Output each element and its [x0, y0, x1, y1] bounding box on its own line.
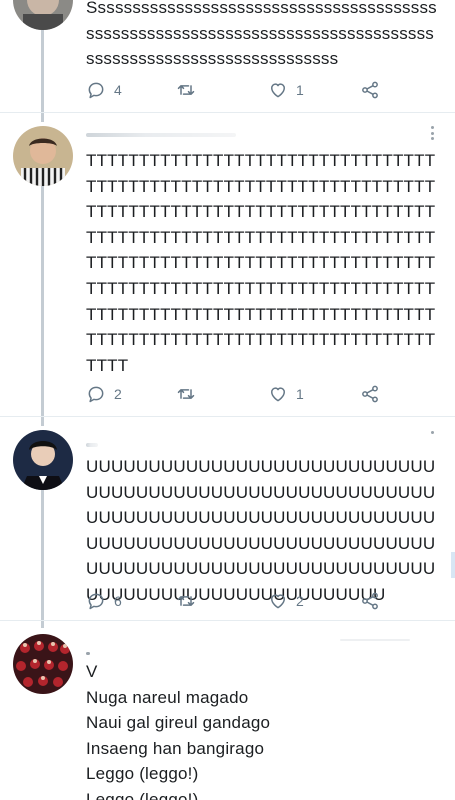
avatar[interactable] [13, 0, 73, 30]
share-button[interactable] [360, 383, 380, 405]
scrollbar[interactable] [451, 552, 455, 578]
tweet[interactable]: Ssssssssssssssssssssssssssssssssssssssss… [0, 0, 455, 112]
more-options-icon[interactable] [430, 126, 434, 140]
tweet-header [86, 443, 98, 447]
like-button[interactable]: 1 [268, 79, 304, 101]
like-button[interactable]: 2 [268, 590, 304, 612]
avatar-striped-shirt-image [13, 126, 73, 186]
share-icon [362, 81, 378, 99]
tweet[interactable]: UUUUUUUUUUUUUUUUUUUUUUUUUUUUUUUUUUUUUUUU… [0, 417, 455, 620]
tweet-header [86, 133, 236, 137]
avatar-suit-portrait-image [13, 430, 73, 490]
like-count: 1 [296, 82, 304, 98]
avatar[interactable] [13, 430, 73, 490]
heart-icon [271, 594, 285, 609]
avatar-group-red-image [13, 634, 73, 694]
share-icon [362, 385, 378, 403]
share-button[interactable] [360, 590, 380, 612]
retweet-button[interactable] [176, 590, 204, 612]
share-icon [362, 592, 378, 610]
tweet-header [86, 652, 90, 655]
share-button[interactable] [360, 79, 380, 101]
like-count: 2 [296, 593, 304, 609]
tweet[interactable]: TTTTTTTTTTTTTTTTTTTTTTTTTTTTTTTTTTTTTTTT… [0, 113, 455, 416]
avatar-gray-portrait-image [13, 0, 73, 30]
tweet-text: Ssssssssssssssssssssssssssssssssssssssss… [86, 0, 437, 69]
tweet-actions: 2 1 [86, 383, 386, 405]
lyric-line: Leggo (leggo!) [86, 789, 199, 800]
lyric-line: Leggo (leggo!) [86, 764, 199, 783]
reply-count: 2 [114, 386, 122, 402]
more-options-icon[interactable] [430, 431, 434, 435]
tweet-actions: 6 2 [86, 590, 386, 612]
tweet-actions: 4 1 [86, 79, 386, 101]
tweet-header [340, 639, 410, 641]
heart-icon [271, 83, 285, 98]
reply-button[interactable]: 2 [86, 383, 122, 405]
like-button[interactable]: 1 [268, 383, 304, 405]
retweet-icon [177, 85, 195, 95]
heart-icon [271, 387, 285, 402]
lyric-line: Insaeng han bangirago [86, 738, 265, 758]
lyric-line: V [86, 662, 98, 681]
like-count: 1 [296, 386, 304, 402]
reply-button[interactable]: 4 [86, 79, 122, 101]
avatar[interactable] [13, 634, 73, 694]
reply-count: 4 [114, 82, 122, 98]
lyric-line: Naui gal gireul gandago [86, 713, 271, 732]
reply-icon [88, 82, 104, 99]
retweet-button[interactable] [176, 79, 204, 101]
retweet-button[interactable] [176, 383, 204, 405]
lyric-line: Nuga nareul magado [86, 687, 249, 707]
retweet-icon [177, 389, 195, 399]
tweet[interactable]: V Nuga nareul magado Naui gal gireul gan… [0, 621, 455, 800]
tweet-text: V Nuga nareul magado Naui gal gireul gan… [86, 659, 440, 800]
avatar[interactable] [13, 126, 73, 186]
reply-count: 6 [114, 593, 122, 609]
tweet-text: UUUUUUUUUUUUUUUUUUUUUUUUUUUUUUUUUUUUUUUU… [86, 457, 436, 604]
reply-button[interactable]: 6 [86, 590, 122, 612]
reply-icon [88, 593, 104, 610]
tweet-text: TTTTTTTTTTTTTTTTTTTTTTTTTTTTTTTTTTTTTTTT… [86, 151, 436, 375]
reply-icon [88, 386, 104, 403]
retweet-icon [177, 596, 195, 606]
